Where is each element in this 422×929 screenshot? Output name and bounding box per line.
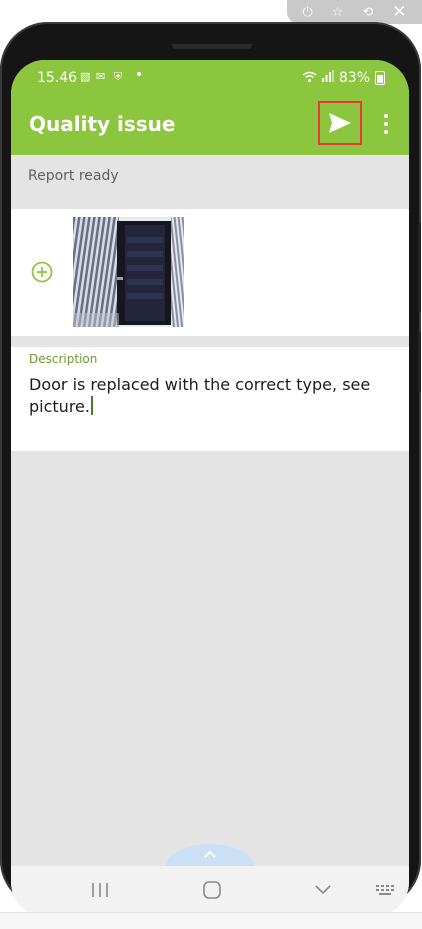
more-vert-icon: [384, 114, 388, 118]
app-header: 15.46 ▧ ✉ ⛨ • 83% Quality issue: [11, 60, 409, 155]
signal-icon: [321, 70, 334, 86]
back-button[interactable]: [313, 880, 333, 904]
shield-notification-icon: ⛨: [114, 70, 123, 83]
host-taskbar-strip: [0, 912, 422, 929]
send-icon: [329, 113, 351, 133]
system-nav-bar: [11, 866, 409, 916]
rotate-icon[interactable]: ⟲: [362, 6, 373, 19]
phone-frame: 15.46 ▧ ✉ ⛨ • 83% Quality issue Report r…: [0, 22, 421, 916]
status-time: 15.46: [37, 70, 78, 86]
home-button[interactable]: [202, 880, 222, 904]
back-icon: [315, 885, 331, 895]
recents-button[interactable]: [91, 880, 109, 904]
more-notifications-dot: •: [135, 67, 144, 83]
home-icon: [203, 881, 221, 899]
power-button: [418, 332, 421, 392]
mail-notification-icon: ✉: [96, 70, 106, 83]
door-photo-image: [73, 217, 184, 327]
description-input[interactable]: Door is replaced with the correct type, …: [29, 374, 389, 418]
status-bar: 15.46 ▧ ✉ ⛨ • 83%: [11, 60, 409, 94]
description-text: Door is replaced with the correct type, …: [29, 375, 371, 416]
keyboard-button[interactable]: [375, 880, 397, 904]
add-circle-icon: [31, 261, 53, 283]
more-options-button[interactable]: [377, 110, 395, 138]
device-screen: 15.46 ▧ ✉ ⛨ • 83% Quality issue Report r…: [11, 60, 409, 916]
description-label: Description: [29, 352, 98, 366]
photo-thumbnail[interactable]: [73, 217, 184, 327]
description-section: Description Door is replaced with the co…: [11, 347, 409, 451]
emulator-controls: ⏻ ☆ ⟲ ✕: [287, 0, 422, 24]
gallery-notification-icon: ▧: [80, 70, 91, 83]
volume-button: [418, 222, 421, 312]
close-icon[interactable]: ✕: [392, 3, 406, 21]
pin-icon[interactable]: ☆: [332, 6, 344, 19]
report-status: Report ready: [28, 168, 119, 184]
bottom-panel-handle[interactable]: [166, 844, 254, 866]
send-button[interactable]: [318, 101, 362, 145]
battery-percent: 83%: [338, 70, 370, 86]
battery-icon: [375, 71, 385, 85]
recents-icon: [92, 883, 108, 897]
keyboard-icon: [376, 885, 394, 895]
page-title: Quality issue: [29, 112, 176, 136]
text-cursor: [90, 396, 93, 415]
wifi-icon: [302, 71, 317, 86]
speaker-grille: [172, 44, 252, 49]
photo-section: [11, 209, 409, 336]
power-icon[interactable]: ⏻: [302, 6, 312, 19]
chevron-up-icon: [204, 850, 216, 858]
add-photo-button[interactable]: [31, 261, 53, 283]
